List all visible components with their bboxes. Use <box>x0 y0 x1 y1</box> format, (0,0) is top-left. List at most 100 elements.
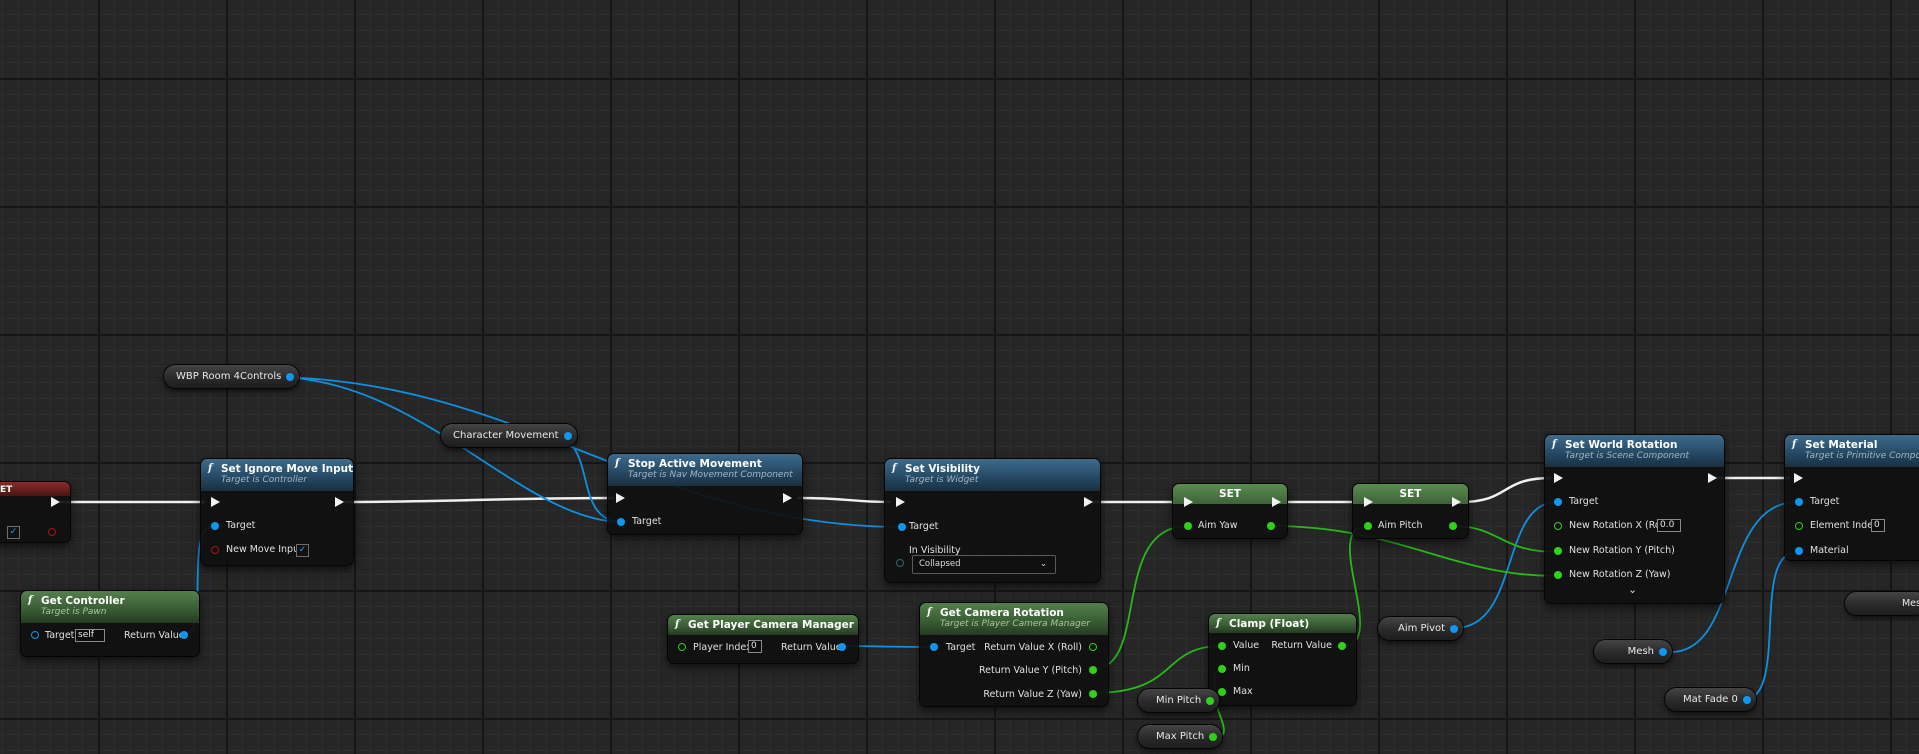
exec-out-pin[interactable] <box>783 493 792 503</box>
exec-wire[interactable] <box>1460 476 1552 504</box>
exec-out-pin[interactable] <box>1272 497 1281 507</box>
max-pin[interactable] <box>1218 688 1226 696</box>
exec-out-pin[interactable] <box>1708 473 1717 483</box>
return-value-pin[interactable] <box>1338 642 1346 650</box>
pin-label: New Rotation Z (Yaw) <box>1569 569 1671 580</box>
player-index-field[interactable]: 0 <box>748 640 762 653</box>
target-pin[interactable] <box>930 643 938 651</box>
object-wire[interactable] <box>1742 551 1798 701</box>
node-title: Set World Rotation <box>1565 439 1678 451</box>
node-set-ignore-move-input[interactable]: f Set Ignore Move Input Target is Contro… <box>201 459 353 565</box>
yaw-pin[interactable] <box>1554 571 1562 579</box>
bool-pin[interactable] <box>48 528 56 536</box>
target-pin[interactable] <box>31 631 39 639</box>
aim-pitch-in-pin[interactable] <box>1364 522 1372 530</box>
exec-in-pin[interactable] <box>211 497 220 507</box>
node-get-player-camera-manager[interactable]: f Get Player Camera Manager Player Index… <box>668 615 858 663</box>
pin-label: Material <box>1810 545 1849 556</box>
pin-label: New Rotation Y (Pitch) <box>1569 545 1675 556</box>
variable-mesh-partial[interactable]: Mesh <box>1845 592 1919 615</box>
visibility-dropdown[interactable]: Collapsed ⌄ <box>912 555 1056 574</box>
exec-out-pin[interactable] <box>1084 497 1093 507</box>
exec-out-pin[interactable] <box>1452 497 1461 507</box>
exec-in-pin[interactable] <box>1364 497 1373 507</box>
return-value-pin[interactable] <box>838 643 846 651</box>
exec-in-pin[interactable] <box>1794 473 1803 483</box>
exec-out-pin[interactable] <box>335 497 344 507</box>
exec-wire[interactable] <box>343 496 615 504</box>
pin-label: Aim Yaw <box>1198 520 1238 531</box>
node-get-controller[interactable]: f Get Controller Target is Pawn Target s… <box>21 591 199 656</box>
partial-node-label: ET <box>0 485 13 495</box>
chevron-down-icon[interactable]: ⌄ <box>1628 583 1637 596</box>
blueprint-graph-canvas[interactable]: ET ✓ f Set Ignore Move Input Target is C… <box>0 0 1919 754</box>
variable-mesh[interactable]: Mesh <box>1594 640 1672 663</box>
element-index-field[interactable]: 0 <box>1871 519 1885 532</box>
target-pin[interactable] <box>617 518 625 526</box>
pin-label: Target <box>226 520 256 531</box>
yaw-pin[interactable] <box>1089 690 1097 698</box>
pin-label: Target <box>632 516 662 527</box>
variable-mat-fade-0[interactable]: Mat Fade 0 <box>1665 688 1756 711</box>
new-move-input-checkbox[interactable]: ✓ <box>296 544 309 557</box>
variable-wbp-room-4controls[interactable]: WBP Room 4Controls <box>164 365 300 388</box>
node-clamp-float[interactable]: f Clamp (Float) Value Return Value Min M… <box>1209 614 1356 705</box>
variable-out-pin[interactable] <box>1206 696 1215 705</box>
aim-yaw-out-pin[interactable] <box>1267 522 1275 530</box>
value-pin[interactable] <box>1218 642 1226 650</box>
node-set-world-rotation[interactable]: f Set World Rotation Target is Scene Com… <box>1545 435 1724 603</box>
roll-field[interactable]: 0.0 <box>1657 519 1681 532</box>
exec-in-pin[interactable] <box>1554 473 1563 483</box>
variable-out-pin[interactable] <box>1209 732 1218 741</box>
material-pin[interactable] <box>1795 547 1803 555</box>
node-title: Set Ignore Move Input <box>221 463 354 475</box>
element-index-pin[interactable] <box>1795 522 1803 530</box>
pitch-pin[interactable] <box>1089 666 1097 674</box>
target-pin[interactable] <box>211 522 219 530</box>
pitch-pin[interactable] <box>1554 547 1562 555</box>
variable-out-pin[interactable] <box>1742 695 1751 704</box>
pin-label: Return Value <box>124 630 185 641</box>
variable-max-pitch[interactable]: Max Pitch <box>1138 725 1223 748</box>
variable-out-pin[interactable] <box>1659 647 1667 656</box>
exec-in-pin[interactable] <box>896 497 905 507</box>
new-move-input-pin[interactable] <box>211 546 219 554</box>
variable-aim-pivot[interactable]: Aim Pivot <box>1378 617 1464 640</box>
node-set-material[interactable]: f Set Material Target is Primitive Compo… <box>1785 435 1919 560</box>
dropdown-value: Collapsed <box>919 559 961 569</box>
partial-node-left[interactable]: ET ✓ <box>0 482 70 542</box>
partial-checkbox[interactable]: ✓ <box>7 526 20 539</box>
variable-out-pin[interactable] <box>563 431 572 440</box>
target-pin[interactable] <box>1795 498 1803 506</box>
object-wire[interactable] <box>273 376 899 528</box>
node-stop-active-movement[interactable]: f Stop Active Movement Target is Nav Mov… <box>608 454 802 534</box>
node-get-camera-rotation[interactable]: f Get Camera Rotation Target is Player C… <box>920 603 1108 706</box>
target-self-field[interactable]: self <box>75 629 105 642</box>
float-wire[interactable] <box>1452 525 1558 553</box>
target-pin[interactable] <box>1554 498 1562 506</box>
return-value-pin[interactable] <box>180 631 188 639</box>
target-pin[interactable] <box>898 523 906 531</box>
roll-pin[interactable] <box>1554 522 1562 530</box>
visibility-pin[interactable] <box>896 559 904 567</box>
variable-label: WBP Room 4Controls <box>176 371 282 382</box>
exec-in-pin[interactable] <box>1184 497 1193 507</box>
node-set-visibility[interactable]: f Set Visibility Target is Widget Target… <box>885 459 1100 582</box>
min-pin[interactable] <box>1218 665 1226 673</box>
node-header: f Clamp (Float) <box>1209 614 1356 633</box>
exec-in-pin[interactable] <box>616 493 625 503</box>
node-title: Clamp (Float) <box>1229 618 1310 630</box>
aim-pitch-out-pin[interactable] <box>1449 522 1457 530</box>
exec-wire[interactable] <box>796 496 892 504</box>
node-set-aim-yaw[interactable]: SET Aim Yaw <box>1173 484 1287 538</box>
roll-pin[interactable] <box>1089 643 1097 651</box>
variable-out-pin[interactable] <box>1450 624 1459 633</box>
player-index-pin[interactable] <box>678 643 686 651</box>
variable-min-pitch[interactable]: Min Pitch <box>1138 689 1220 712</box>
exec-out-pin[interactable] <box>51 497 60 507</box>
variable-out-pin[interactable] <box>286 372 295 381</box>
node-set-aim-pitch[interactable]: SET Aim Pitch <box>1353 484 1468 538</box>
float-wire[interactable] <box>1092 645 1223 694</box>
aim-yaw-in-pin[interactable] <box>1184 522 1192 530</box>
variable-character-movement[interactable]: Character Movement <box>441 424 577 447</box>
